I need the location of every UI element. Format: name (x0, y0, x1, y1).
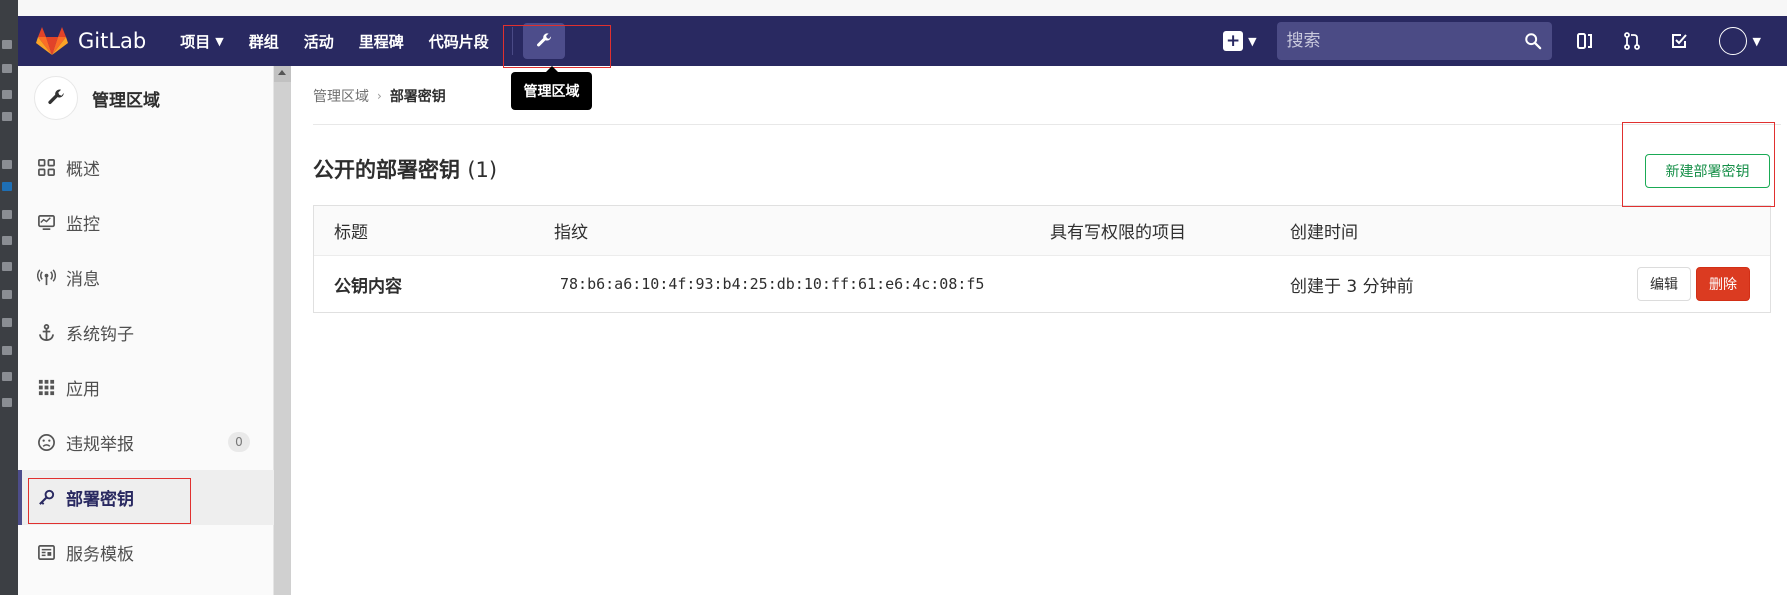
page-title: 公开的部署密钥 (1) (313, 154, 497, 184)
key-title: 公钥内容 (334, 276, 402, 297)
divider (313, 124, 1781, 125)
sidebar-item-service-templates[interactable]: 服务模板 (18, 525, 274, 580)
count-badge: 0 (228, 432, 250, 452)
sidebar-item-system-hooks[interactable]: 系统钩子 (18, 305, 274, 360)
avatar (1718, 27, 1747, 55)
edit-button[interactable]: 编辑 (1637, 267, 1691, 301)
overview-grid-icon (36, 158, 56, 178)
new-dropdown[interactable]: + ▼ (1223, 31, 1257, 51)
sidebar-avatar (34, 76, 78, 120)
delete-button[interactable]: 删除 (1696, 267, 1750, 301)
sidebar-scrollbar[interactable] (274, 66, 291, 595)
plus-square-icon: + (1223, 31, 1244, 51)
sidebar-item-label: 概述 (66, 160, 100, 180)
top-navbar: GitLab 项目 ▼ 群组 活动 里程碑 代码片段 + ▼ 搜索 ▼ (18, 16, 1787, 66)
sidebar-item-overview[interactable]: 概述 (18, 140, 274, 195)
merge-request-icon[interactable] (1619, 28, 1645, 54)
sidebar-header[interactable]: 管理区域 (18, 66, 273, 130)
main-nav: 项目 ▼ 群组 活动 里程碑 代码片段 (180, 16, 565, 66)
nav-projects[interactable]: 项目 ▼ (180, 31, 223, 52)
deploy-keys-table: 标题 指纹 具有写权限的项目 创建时间 公钥内容 78:b6:a6:10:4f:… (313, 205, 1771, 313)
issues-icon[interactable] (1572, 28, 1598, 54)
row-actions: 编辑 删除 (1605, 267, 1770, 301)
search-box (1276, 22, 1552, 60)
admin-area-button[interactable] (522, 23, 565, 59)
monitor-icon (36, 213, 56, 233)
key-created-time: 创建于 3 分钟前 (1290, 276, 1414, 297)
sidebar-item-messages[interactable]: 消息 (18, 250, 274, 305)
nav-activity[interactable]: 活动 (304, 31, 334, 52)
nav-groups[interactable]: 群组 (249, 31, 279, 52)
sidebar-item-label: 消息 (66, 270, 100, 290)
breadcrumb: 管理区域 › 部署密钥 (313, 86, 446, 106)
nav-milestones[interactable]: 里程碑 (359, 31, 404, 52)
column-header-projects: 具有写权限的项目 (1050, 223, 1186, 243)
sidebar-title: 管理区域 (92, 90, 160, 111)
new-deploy-key-button[interactable]: 新建部署密钥 (1645, 154, 1770, 188)
scrollbar-track[interactable] (274, 82, 291, 595)
sidebar-item-label: 监控 (66, 215, 100, 235)
search-input[interactable] (1286, 31, 1524, 51)
background-window-edge (0, 0, 18, 595)
user-menu[interactable]: ▼ (1718, 27, 1761, 55)
table-row: 公钥内容 78:b6:a6:10:4f:93:b4:25:db:10:ff:61… (314, 256, 1770, 312)
page-title-count: (1) (467, 158, 498, 182)
sidebar-item-label: 应用 (66, 380, 100, 400)
template-icon (36, 543, 56, 563)
search-icon[interactable] (1524, 32, 1542, 50)
sidebar-item-label: 部署密钥 (66, 490, 134, 510)
sidebar-item-applications[interactable]: 应用 (18, 360, 274, 415)
nav-divider (511, 27, 513, 55)
chevron-down-icon: ▼ (215, 34, 224, 48)
sidebar-item-monitoring[interactable]: 监控 (18, 195, 274, 250)
chevron-down-icon: ▼ (1752, 34, 1761, 48)
apps-grid-icon (36, 378, 56, 398)
anchor-icon (36, 323, 56, 343)
main-content: 管理区域 › 部署密钥 公开的部署密钥 (1) 新建部署密钥 标题 指纹 具有写… (291, 66, 1787, 595)
logo-text: GitLab (78, 29, 147, 53)
page-title-text: 公开的部署密钥 (313, 158, 460, 182)
chevron-down-icon: ▼ (1248, 34, 1257, 48)
sidebar-item-deploy-keys[interactable]: 部署密钥 (18, 470, 274, 525)
smiley-icon (36, 433, 56, 453)
sidebar-item-label: 服务模板 (66, 545, 134, 565)
sidebar-item-abuse-reports[interactable]: 违规举报 0 (18, 415, 274, 470)
sidebar: 管理区域 概述 监控 消息 系统钩子 应用 违规举报 0 部署密钥 服务模板 (18, 66, 274, 595)
nav-snippets[interactable]: 代码片段 (429, 31, 489, 52)
key-icon (36, 488, 56, 508)
table-header: 标题 指纹 具有写权限的项目 创建时间 (314, 206, 1770, 256)
scroll-up-arrow-icon[interactable] (278, 70, 286, 75)
sidebar-list: 概述 监控 消息 系统钩子 应用 违规举报 0 部署密钥 服务模板 (18, 140, 274, 580)
sidebar-item-label: 违规举报 (66, 435, 134, 455)
todo-icon[interactable] (1666, 28, 1692, 54)
gitlab-tanuki-icon (36, 27, 68, 55)
breadcrumb-current[interactable]: 部署密钥 (390, 86, 446, 106)
broadcast-icon (36, 268, 56, 288)
column-header-fingerprint: 指纹 (554, 223, 588, 243)
breadcrumb-separator: › (377, 89, 382, 103)
header-right: + ▼ ▼ (1223, 16, 1787, 66)
gitlab-logo[interactable]: GitLab (36, 16, 146, 66)
breadcrumb-root-link[interactable]: 管理区域 (313, 86, 369, 106)
column-header-title: 标题 (334, 223, 368, 243)
column-header-created: 创建时间 (1290, 223, 1358, 243)
nav-projects-label: 项目 (180, 32, 211, 51)
key-fingerprint: 78:b6:a6:10:4f:93:b4:25:db:10:ff:61:e6:4… (560, 275, 985, 293)
wrench-icon (48, 89, 64, 104)
browser-top-strip (18, 0, 1787, 16)
wrench-icon (536, 33, 551, 47)
sidebar-item-label: 系统钩子 (66, 325, 134, 345)
